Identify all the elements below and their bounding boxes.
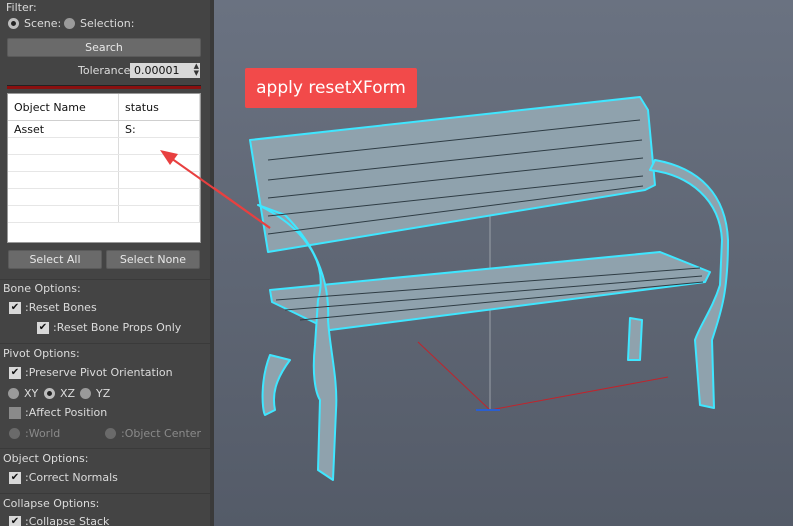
bench-left-rear-leg (261, 354, 291, 416)
collapse-stack-checkbox[interactable]: ✔ (9, 516, 21, 526)
object-center-label: :Object Center (121, 427, 202, 440)
reset-bones-checkbox[interactable]: ✔ (9, 302, 21, 314)
reset-xform-panel: Filter: Scene: Selection: Search Toleran… (0, 0, 210, 526)
column-object-name[interactable]: Object Name (8, 94, 119, 121)
scene-radio[interactable] (8, 18, 19, 29)
reset-bone-props-checkbox[interactable]: ✔ (37, 322, 49, 334)
axis-xy-label: XY (24, 387, 39, 400)
tolerance-value: 0.00001 (134, 64, 180, 77)
bench-right-rear-leg (627, 317, 643, 361)
divider (0, 343, 210, 344)
list-row-empty (8, 188, 200, 206)
axis-yz-radio[interactable] (80, 388, 91, 399)
bone-options-title: Bone Options: (3, 282, 81, 295)
tolerance-label: Tolerance: (78, 64, 135, 77)
divider (0, 448, 210, 449)
pivot-options-title: Pivot Options: (3, 347, 80, 360)
list-row[interactable]: Asset S: (8, 120, 200, 138)
search-button[interactable]: Search (7, 38, 201, 57)
tolerance-spinner[interactable]: 0.00001 ▲ ▼ (130, 63, 200, 78)
spinner-arrows-icon[interactable]: ▲ ▼ (194, 63, 199, 77)
reset-bones-label: :Reset Bones (25, 301, 97, 314)
column-status[interactable]: status (118, 94, 200, 121)
row-status: S: (118, 120, 200, 138)
affect-position-label: :Affect Position (25, 406, 108, 419)
axis-xz-radio[interactable] (44, 388, 55, 399)
select-none-button[interactable]: Select None (106, 250, 200, 269)
world-radio[interactable] (9, 428, 20, 439)
world-label: :World (25, 427, 61, 440)
axis-xz-label: XZ (60, 387, 76, 400)
collapse-options-title: Collapse Options: (3, 497, 100, 510)
list-row-empty (8, 205, 200, 223)
preserve-pivot-checkbox[interactable]: ✔ (9, 367, 21, 379)
reset-bone-props-label: :Reset Bone Props Only (53, 321, 182, 334)
affect-position-checkbox[interactable] (9, 407, 21, 419)
progress-bar (7, 85, 201, 89)
filter-title: Filter: (6, 1, 37, 14)
object-center-radio[interactable] (105, 428, 116, 439)
scene-label: Scene: (24, 17, 62, 30)
list-row-empty (8, 154, 200, 172)
list-row-empty (8, 137, 200, 155)
gizmo-y-axis (417, 341, 491, 411)
axis-yz-label: YZ (96, 387, 111, 400)
row-object-name: Asset (8, 120, 119, 138)
list-row-empty (8, 171, 200, 189)
correct-normals-label: :Correct Normals (25, 471, 118, 484)
preserve-pivot-label: :Preserve Pivot Orientation (25, 366, 173, 379)
annotation-callout: apply resetXForm (245, 68, 417, 108)
selection-label: Selection: (80, 17, 135, 30)
object-list[interactable]: Object Name status Asset S: (7, 93, 201, 243)
collapse-stack-label: :Collapse Stack (25, 515, 110, 526)
select-all-button[interactable]: Select All (8, 250, 102, 269)
selection-radio[interactable] (64, 18, 75, 29)
divider (0, 279, 210, 280)
axis-xy-radio[interactable] (8, 388, 19, 399)
object-options-title: Object Options: (3, 452, 89, 465)
divider (0, 493, 210, 494)
correct-normals-checkbox[interactable]: ✔ (9, 472, 21, 484)
gizmo-x-axis (489, 376, 669, 411)
list-header: Object Name status (8, 94, 200, 121)
